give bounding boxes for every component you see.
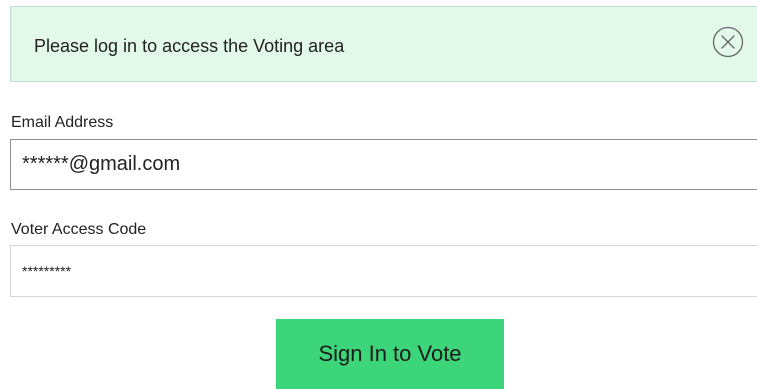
- sign-in-button[interactable]: Sign In to Vote: [276, 319, 504, 389]
- email-label: Email Address: [11, 114, 114, 131]
- login-alert: Please log in to access the Voting area: [10, 6, 757, 82]
- email-field[interactable]: [10, 139, 757, 190]
- access-code-label: Voter Access Code: [11, 221, 147, 238]
- alert-message: Please log in to access the Voting area: [34, 36, 345, 56]
- close-icon[interactable]: [711, 25, 745, 59]
- access-code-field[interactable]: [10, 245, 757, 297]
